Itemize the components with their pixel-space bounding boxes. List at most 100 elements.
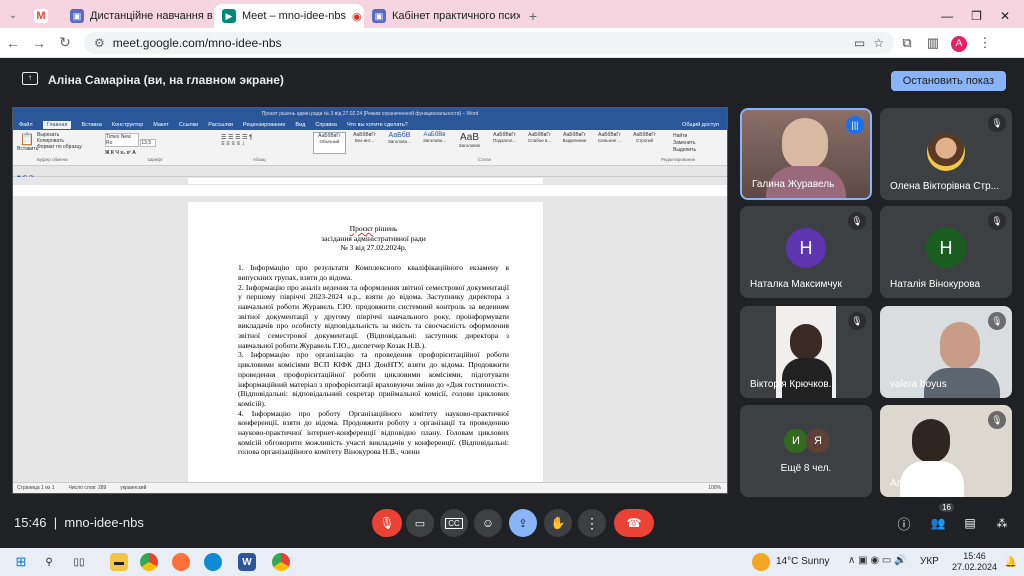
doc-paragraph: 2. Інформацію про аналіз ведення та офор…: [238, 282, 509, 350]
more-participants-tile[interactable]: И Я Ещё 8 чел.: [740, 405, 872, 497]
participant-tile[interactable]: 🎙 valera boyus: [880, 306, 1012, 398]
url-input[interactable]: ⚙ meet.google.com/mno-idee-nbs ▭ ☆: [84, 31, 894, 54]
weather-text[interactable]: 14°C Sunny: [776, 556, 829, 567]
style-item[interactable]: АаБбВв Заголово...: [418, 132, 451, 154]
word-tab[interactable]: Конструктор: [112, 122, 143, 128]
chrome-icon[interactable]: [140, 553, 158, 571]
font-size-input[interactable]: 13,5: [140, 139, 157, 147]
people-button[interactable]: 👥 16: [924, 503, 954, 537]
find-button[interactable]: Найти: [673, 133, 696, 140]
style-item[interactable]: АаВ Заголовок: [453, 132, 486, 154]
edge-icon[interactable]: [204, 553, 222, 571]
firefox-icon[interactable]: [172, 553, 190, 571]
word-tab[interactable]: Макет: [153, 122, 169, 128]
participant-tile[interactable]: 🎙 Вікторія Крючков...: [740, 306, 872, 398]
self-view-tile[interactable]: 🎙 Аліна Самаріна: [880, 405, 1012, 497]
paste-icon[interactable]: 📋: [17, 132, 37, 146]
style-item[interactable]: АаБбВвГг Без инт...: [348, 132, 381, 154]
chrome-active-icon[interactable]: [272, 553, 290, 571]
select-button[interactable]: Выделить: [673, 147, 696, 154]
page-icon: ▣: [70, 9, 84, 23]
present-icon: ⇪: [518, 517, 528, 530]
word-tab[interactable]: Файл: [19, 122, 33, 128]
back-icon[interactable]: ←: [0, 35, 26, 51]
style-item[interactable]: АаБбВвГг Выделение: [558, 132, 591, 154]
replace-button[interactable]: Заменить: [673, 140, 696, 147]
windows-start-icon[interactable]: ⊞: [12, 553, 30, 571]
participant-tile[interactable]: Н 🎙 Наталія Вінокурова: [880, 206, 1012, 298]
font-format-buttons[interactable]: Ж К Ч x₂ x² A: [105, 150, 156, 156]
style-item[interactable]: АаБбВвГг Строгий: [628, 132, 661, 154]
sidebar-icon[interactable]: ▥: [920, 35, 946, 51]
site-info-icon[interactable]: ⚙: [94, 36, 105, 50]
mic-off-icon: 🎙: [379, 516, 395, 530]
style-item[interactable]: АаБбВвГг Обычный: [313, 132, 346, 154]
participant-tile[interactable]: ||| Галина Журавель: [740, 108, 872, 200]
word-tab-active[interactable]: Главная: [42, 120, 72, 129]
style-item[interactable]: АаБбВвГг Подзагол...: [488, 132, 521, 154]
style-item[interactable]: АаБбВвГг Сильное ...: [593, 132, 626, 154]
meet-control-bar: 15:46 | mno-idee-nbs 🎙 ▭ CC ☺ ⇪ ✋ ⋮ ☎ ⓘ …: [0, 498, 1024, 548]
chat-button[interactable]: ▤: [956, 509, 984, 537]
meeting-info-button[interactable]: ⓘ: [890, 509, 918, 537]
file-explorer-icon[interactable]: ▬: [110, 553, 128, 571]
gmail-icon: M: [34, 9, 48, 23]
document-page[interactable]: Проєкт рішень засідання адміністративної…: [188, 202, 543, 486]
camera-icon[interactable]: ▭: [854, 36, 865, 50]
stop-presenting-button[interactable]: Остановить показ: [890, 71, 1006, 91]
word-tab[interactable]: Справка: [315, 122, 337, 128]
participant-tile[interactable]: 🎙 Олена Вікторівна Стр...: [880, 108, 1012, 200]
word-app-icon[interactable]: W: [238, 553, 256, 571]
search-icon[interactable]: ⚲: [40, 553, 58, 571]
window-close-icon[interactable]: ✕: [1000, 9, 1010, 23]
language-indicator[interactable]: УКР: [920, 556, 939, 567]
word-tab[interactable]: Вид: [295, 122, 305, 128]
word-tab[interactable]: Рецензирование: [243, 122, 285, 128]
word-tab[interactable]: Вставка: [81, 122, 101, 128]
participant-name: Наталка Максимчук: [750, 279, 842, 290]
more-options-button[interactable]: ⋮: [578, 509, 606, 537]
word-tab[interactable]: Ссылки: [179, 122, 198, 128]
tab-list-chevron-icon[interactable]: ⌄: [0, 4, 26, 28]
menu-icon[interactable]: ⋮: [972, 35, 998, 51]
new-tab-icon[interactable]: +: [520, 4, 546, 28]
participant-tile[interactable]: Н 🎙 Наталка Максимчук: [740, 206, 872, 298]
raise-hand-button[interactable]: ✋: [544, 509, 572, 537]
style-item[interactable]: АаБбВ Заголово...: [383, 132, 416, 154]
word-tell-me[interactable]: Что вы хотите сделать?: [347, 122, 408, 128]
camera-toggle-button[interactable]: ▭: [406, 509, 434, 537]
weather-icon: [752, 553, 770, 571]
font-name-input[interactable]: Times New Ro: [105, 133, 139, 147]
tab-meet[interactable]: ▶ Meet – mno-idee-nbs ◉ ✕: [214, 4, 364, 28]
zoom-level[interactable]: 100%: [708, 485, 721, 491]
present-button[interactable]: ⇪: [509, 509, 537, 537]
extensions-icon[interactable]: ⧉: [894, 35, 920, 51]
tab-distance-learning[interactable]: ▣ Дистанційне навчання в ВСП ✕: [62, 4, 214, 28]
tray-icons[interactable]: ∧ ▣ ◉ ▭ 🔊: [848, 555, 907, 566]
tab-gmail[interactable]: M: [26, 4, 62, 28]
meeting-time-code: 15:46 | mno-idee-nbs: [14, 515, 144, 530]
minimize-icon[interactable]: —: [941, 9, 953, 23]
profile-avatar[interactable]: A: [946, 34, 972, 52]
task-view-icon[interactable]: ▯▯: [70, 553, 88, 571]
info-icon: ⓘ: [897, 516, 911, 532]
tab-psychologist[interactable]: ▣ Кабінет практичного психоло ✕: [364, 4, 520, 28]
style-item[interactable]: АаБбВвГг Слабое в...: [523, 132, 556, 154]
word-share[interactable]: Общий доступ: [682, 122, 719, 128]
reload-icon[interactable]: ↻: [52, 34, 78, 51]
leave-call-button[interactable]: ☎: [614, 509, 654, 537]
paragraph-group[interactable]: ☰ ☰ ☰ ☰ ¶ ≡ ≡ ≡ ≡ ↕: [221, 134, 252, 147]
reactions-button[interactable]: ☺: [474, 509, 502, 537]
notifications-icon[interactable]: 🔔: [1002, 553, 1020, 571]
presenting-label: Аліна Самаріна (ви, на главном экране): [48, 73, 284, 87]
restore-icon[interactable]: ❐: [971, 9, 982, 23]
participant-avatar: Н: [786, 228, 826, 268]
mic-toggle-button[interactable]: 🎙: [372, 509, 402, 537]
word-tab[interactable]: Рассылки: [208, 122, 233, 128]
clock[interactable]: 15:46 27.02.2024: [952, 551, 997, 573]
captions-button[interactable]: CC: [440, 509, 468, 537]
forward-icon[interactable]: →: [26, 35, 52, 51]
activities-button[interactable]: ⁂: [988, 509, 1016, 537]
bookmark-star-icon[interactable]: ☆: [873, 36, 884, 50]
speaking-indicator-icon: |||: [846, 116, 864, 134]
